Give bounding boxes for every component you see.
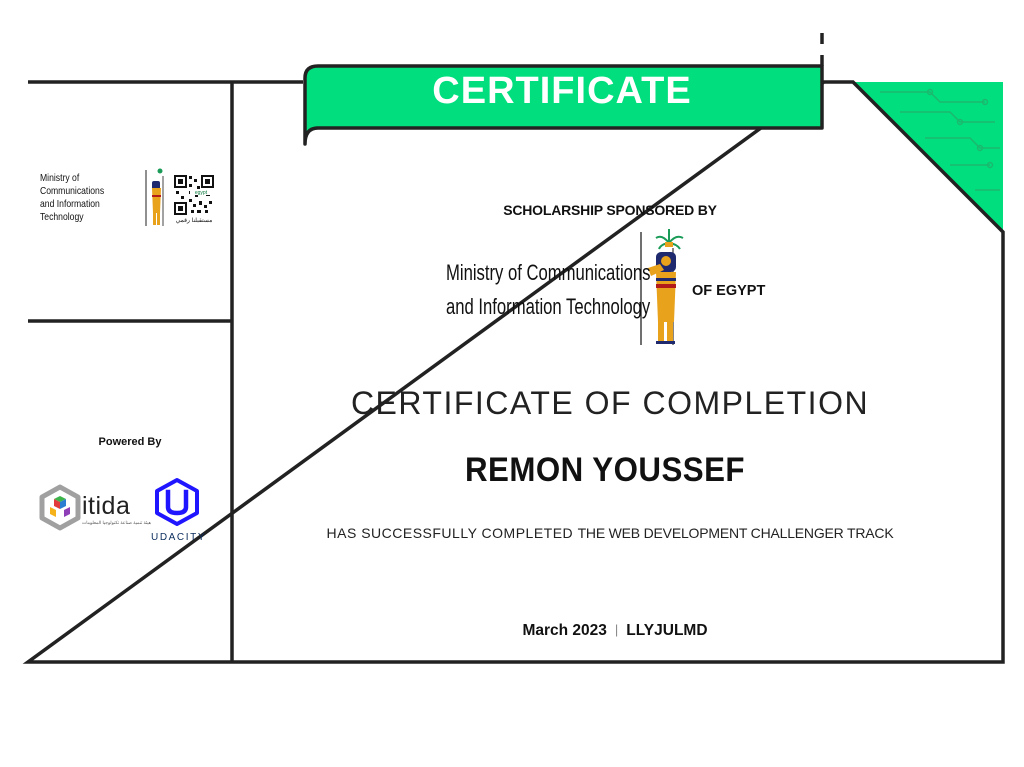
certificate-title: CERTIFICATE OF COMPLETION	[350, 385, 870, 421]
date-and-code: March 2023 | LLYJULMD	[430, 622, 800, 640]
itida-cube-logo-icon	[39, 484, 81, 531]
ministry-line2: and Information Technology	[446, 294, 651, 319]
track-name: THE WEB DEVELOPMENT CHALLENGER TRACK	[577, 525, 894, 541]
verification-code: LLYJULMD	[626, 622, 708, 639]
udacity-u-logo-icon	[155, 478, 199, 526]
recipient-name: REMON YOUSSEF	[464, 451, 746, 489]
completion-prefix: HAS SUCCESSFULLY COMPLETED	[326, 525, 574, 541]
egyptian-goddess-emblem-small-icon	[145, 168, 164, 226]
ministry-line1: Ministry of Communications	[446, 260, 651, 285]
qr-caption: مستقبلنا رقمي	[175, 218, 213, 224]
ministry-name: Ministry of Communications and Informati…	[446, 256, 651, 324]
ministry-line2-small: and Information Technology	[40, 198, 100, 223]
banner-title: CERTIFICATE	[432, 70, 692, 112]
svg-text:egypt: egypt	[195, 190, 208, 196]
udacity-wordmark: UDACITY	[151, 532, 207, 543]
completion-statement: HAS SUCCESSFULLY COMPLETED THE WEB DEVEL…	[300, 525, 920, 541]
itida-wordmark: itida	[82, 492, 131, 520]
date-code-separator: |	[614, 622, 619, 637]
powered-by-label: Powered By	[98, 436, 162, 448]
sponsor-heading: SCHOLARSHIP SPONSORED BY	[503, 202, 717, 218]
egyptian-goddess-emblem-icon	[640, 229, 684, 345]
qr-code-icon: egypt	[174, 175, 214, 215]
country-label: OF EGYPT	[692, 283, 766, 299]
ministry-name-small: Ministry of Communications and Informati…	[40, 172, 130, 224]
certificate-frame: egypt	[22, 33, 1005, 664]
issue-date: March 2023	[522, 622, 607, 639]
itida-subtitle: هيئة تنمية صناعة تكنولوجيا المعلومات	[82, 520, 151, 525]
ministry-line1-small: Ministry of Communications	[40, 172, 105, 197]
